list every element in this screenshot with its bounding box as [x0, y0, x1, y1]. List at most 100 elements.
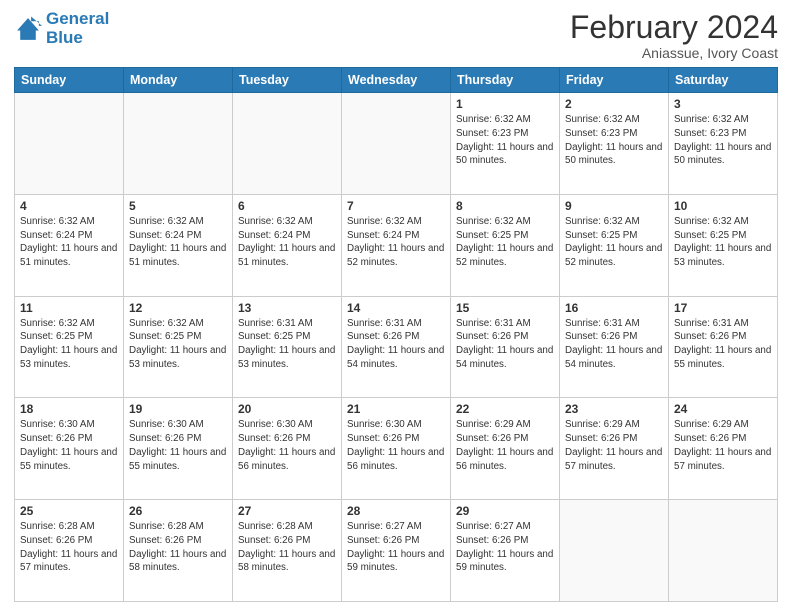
calendar-cell: 25 Sunrise: 6:28 AM Sunset: 6:26 PM Dayli…: [15, 500, 124, 602]
calendar-cell: [342, 93, 451, 195]
day-number: 22: [456, 402, 554, 416]
calendar-cell: 24 Sunrise: 6:29 AM Sunset: 6:26 PM Dayli…: [669, 398, 778, 500]
calendar-cell: 4 Sunrise: 6:32 AM Sunset: 6:24 PM Daylig…: [15, 194, 124, 296]
calendar-cell: 21 Sunrise: 6:30 AM Sunset: 6:26 PM Dayli…: [342, 398, 451, 500]
calendar-cell: [233, 93, 342, 195]
page: General Blue February 2024 Aniassue, Ivo…: [0, 0, 792, 612]
calendar-cell: 1 Sunrise: 6:32 AM Sunset: 6:23 PM Daylig…: [451, 93, 560, 195]
day-number: 29: [456, 504, 554, 518]
calendar-cell: 12 Sunrise: 6:32 AM Sunset: 6:25 PM Dayli…: [124, 296, 233, 398]
day-info: Sunrise: 6:31 AM Sunset: 6:25 PM Dayligh…: [238, 317, 336, 372]
day-number: 5: [129, 199, 227, 213]
calendar-day-header: Thursday: [451, 68, 560, 93]
day-info: Sunrise: 6:30 AM Sunset: 6:26 PM Dayligh…: [20, 418, 118, 473]
day-number: 27: [238, 504, 336, 518]
day-info: Sunrise: 6:30 AM Sunset: 6:26 PM Dayligh…: [238, 418, 336, 473]
day-info: Sunrise: 6:32 AM Sunset: 6:23 PM Dayligh…: [674, 113, 772, 168]
calendar-cell: [669, 500, 778, 602]
calendar-day-header: Sunday: [15, 68, 124, 93]
day-number: 2: [565, 97, 663, 111]
day-number: 9: [565, 199, 663, 213]
calendar-cell: 29 Sunrise: 6:27 AM Sunset: 6:26 PM Dayli…: [451, 500, 560, 602]
calendar-week-row: 1 Sunrise: 6:32 AM Sunset: 6:23 PM Daylig…: [15, 93, 778, 195]
calendar-cell: [124, 93, 233, 195]
calendar-day-header: Wednesday: [342, 68, 451, 93]
day-info: Sunrise: 6:32 AM Sunset: 6:25 PM Dayligh…: [565, 215, 663, 270]
calendar-cell: 28Sunrise: 6:27 AM Sunset: 6:26 PM Dayli…: [342, 500, 451, 602]
calendar-cell: 18 Sunrise: 6:30 AM Sunset: 6:26 PM Dayli…: [15, 398, 124, 500]
day-number: 6: [238, 199, 336, 213]
calendar-cell: 6 Sunrise: 6:32 AM Sunset: 6:24 PM Daylig…: [233, 194, 342, 296]
calendar-cell: [15, 93, 124, 195]
day-info: Sunrise: 6:30 AM Sunset: 6:26 PM Dayligh…: [347, 418, 445, 473]
day-info: Sunrise: 6:32 AM Sunset: 6:24 PM Dayligh…: [129, 215, 227, 270]
day-number: 19: [129, 402, 227, 416]
calendar-cell: 16Sunrise: 6:31 AM Sunset: 6:26 PM Dayli…: [560, 296, 669, 398]
day-info: Sunrise: 6:32 AM Sunset: 6:24 PM Dayligh…: [20, 215, 118, 270]
day-number: 18: [20, 402, 118, 416]
calendar-cell: 10 Sunrise: 6:32 AM Sunset: 6:25 PM Dayli…: [669, 194, 778, 296]
day-info: Sunrise: 6:32 AM Sunset: 6:24 PM Dayligh…: [238, 215, 336, 270]
calendar-day-header: Saturday: [669, 68, 778, 93]
day-number: 15: [456, 301, 554, 315]
calendar-cell: 20 Sunrise: 6:30 AM Sunset: 6:26 PM Dayli…: [233, 398, 342, 500]
calendar-cell: 22 Sunrise: 6:29 AM Sunset: 6:26 PM Dayli…: [451, 398, 560, 500]
calendar-day-header: Monday: [124, 68, 233, 93]
calendar-cell: 14Sunrise: 6:31 AM Sunset: 6:26 PM Dayli…: [342, 296, 451, 398]
calendar-day-header: Friday: [560, 68, 669, 93]
day-info: Sunrise: 6:32 AM Sunset: 6:23 PM Dayligh…: [565, 113, 663, 168]
calendar-cell: 19Sunrise: 6:30 AM Sunset: 6:26 PM Dayli…: [124, 398, 233, 500]
day-info: Sunrise: 6:32 AM Sunset: 6:23 PM Dayligh…: [456, 113, 554, 168]
calendar-week-row: 11 Sunrise: 6:32 AM Sunset: 6:25 PM Dayli…: [15, 296, 778, 398]
calendar-week-row: 4 Sunrise: 6:32 AM Sunset: 6:24 PM Daylig…: [15, 194, 778, 296]
calendar-header-row: SundayMondayTuesdayWednesdayThursdayFrid…: [15, 68, 778, 93]
calendar-table: SundayMondayTuesdayWednesdayThursdayFrid…: [14, 67, 778, 602]
day-number: 4: [20, 199, 118, 213]
month-title: February 2024: [570, 10, 778, 45]
day-number: 10: [674, 199, 772, 213]
day-number: 23: [565, 402, 663, 416]
day-info: Sunrise: 6:28 AM Sunset: 6:26 PM Dayligh…: [238, 520, 336, 575]
calendar-cell: 2 Sunrise: 6:32 AM Sunset: 6:23 PM Daylig…: [560, 93, 669, 195]
day-number: 13: [238, 301, 336, 315]
calendar-cell: 8Sunrise: 6:32 AM Sunset: 6:25 PM Daylig…: [451, 194, 560, 296]
calendar-cell: 15Sunrise: 6:31 AM Sunset: 6:26 PM Dayli…: [451, 296, 560, 398]
day-number: 3: [674, 97, 772, 111]
day-number: 1: [456, 97, 554, 111]
calendar-cell: 11 Sunrise: 6:32 AM Sunset: 6:25 PM Dayli…: [15, 296, 124, 398]
day-info: Sunrise: 6:29 AM Sunset: 6:26 PM Dayligh…: [674, 418, 772, 473]
day-info: Sunrise: 6:32 AM Sunset: 6:25 PM Dayligh…: [129, 317, 227, 372]
calendar-cell: 26 Sunrise: 6:28 AM Sunset: 6:26 PM Dayli…: [124, 500, 233, 602]
header: General Blue February 2024 Aniassue, Ivo…: [14, 10, 778, 61]
calendar-cell: 23 Sunrise: 6:29 AM Sunset: 6:26 PM Dayli…: [560, 398, 669, 500]
day-info: Sunrise: 6:28 AM Sunset: 6:26 PM Dayligh…: [20, 520, 118, 575]
calendar-cell: 17 Sunrise: 6:31 AM Sunset: 6:26 PM Dayli…: [669, 296, 778, 398]
calendar-week-row: 25 Sunrise: 6:28 AM Sunset: 6:26 PM Dayli…: [15, 500, 778, 602]
day-info: Sunrise: 6:29 AM Sunset: 6:26 PM Dayligh…: [456, 418, 554, 473]
day-info: Sunrise: 6:32 AM Sunset: 6:24 PM Dayligh…: [347, 215, 445, 270]
day-info: Sunrise: 6:29 AM Sunset: 6:26 PM Dayligh…: [565, 418, 663, 473]
title-block: February 2024 Aniassue, Ivory Coast: [570, 10, 778, 61]
day-number: 14: [347, 301, 445, 315]
day-number: 25: [20, 504, 118, 518]
day-info: Sunrise: 6:32 AM Sunset: 6:25 PM Dayligh…: [674, 215, 772, 270]
day-info: Sunrise: 6:31 AM Sunset: 6:26 PM Dayligh…: [674, 317, 772, 372]
calendar-week-row: 18 Sunrise: 6:30 AM Sunset: 6:26 PM Dayli…: [15, 398, 778, 500]
day-number: 20: [238, 402, 336, 416]
day-number: 12: [129, 301, 227, 315]
day-info: Sunrise: 6:32 AM Sunset: 6:25 PM Dayligh…: [456, 215, 554, 270]
calendar-cell: 5 Sunrise: 6:32 AM Sunset: 6:24 PM Daylig…: [124, 194, 233, 296]
day-number: 16: [565, 301, 663, 315]
calendar-cell: [560, 500, 669, 602]
day-number: 21: [347, 402, 445, 416]
subtitle: Aniassue, Ivory Coast: [570, 45, 778, 61]
day-info: Sunrise: 6:27 AM Sunset: 6:26 PM Dayligh…: [456, 520, 554, 575]
logo: General Blue: [14, 10, 109, 47]
day-number: 11: [20, 301, 118, 315]
day-number: 17: [674, 301, 772, 315]
day-number: 26: [129, 504, 227, 518]
day-number: 7: [347, 199, 445, 213]
day-number: 24: [674, 402, 772, 416]
day-info: Sunrise: 6:32 AM Sunset: 6:25 PM Dayligh…: [20, 317, 118, 372]
day-info: Sunrise: 6:28 AM Sunset: 6:26 PM Dayligh…: [129, 520, 227, 575]
